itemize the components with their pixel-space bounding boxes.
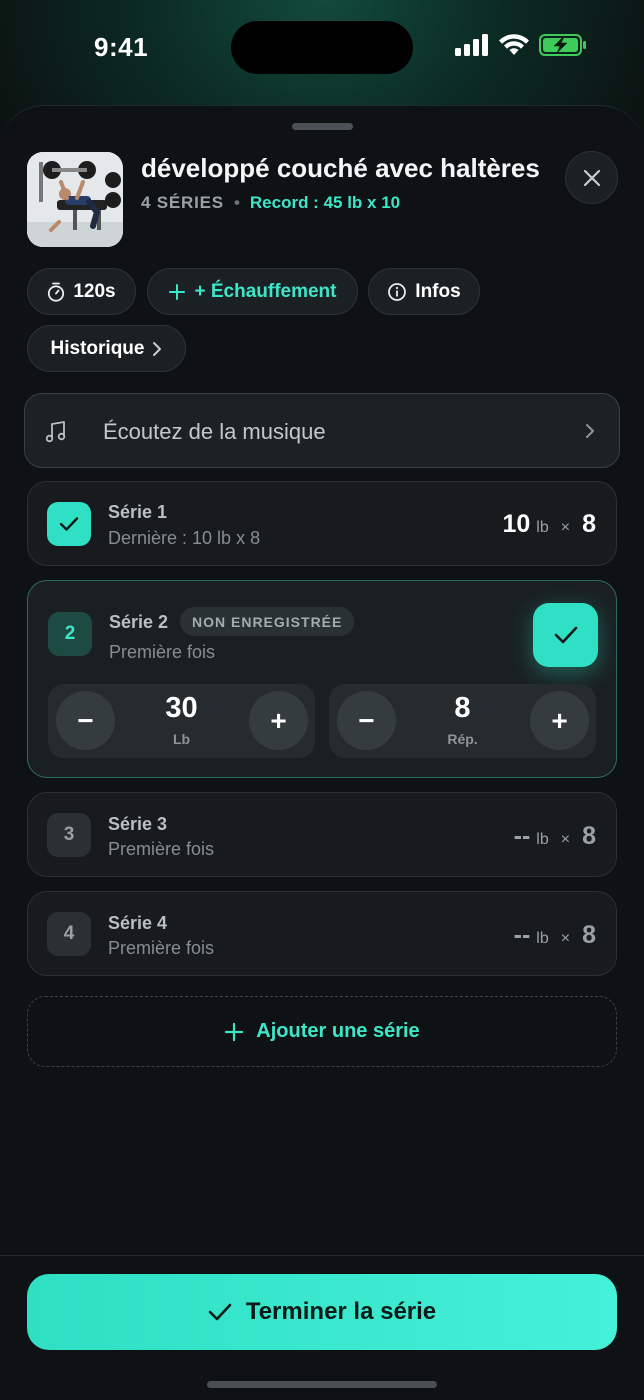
- cellular-signal-icon: [455, 34, 488, 56]
- times-sign: ×: [560, 519, 571, 536]
- set-title: Série 2: [109, 612, 169, 632]
- chevron-right-icon: [586, 424, 594, 438]
- info-chip[interactable]: Infos: [368, 268, 480, 315]
- plus-icon: [225, 1022, 244, 1041]
- history-label: Historique: [50, 337, 145, 359]
- exercise-thumbnail: [27, 152, 123, 247]
- music-note-icon: [46, 421, 66, 443]
- status-time: 9:41: [94, 32, 149, 62]
- add-set-label: Ajouter une série: [256, 1020, 420, 1042]
- set-weight: 10: [502, 510, 531, 538]
- weight-stepper: − 30 Lb +: [48, 684, 315, 758]
- footer-divider: [0, 1255, 644, 1256]
- set-value: -- lb × 8: [514, 822, 596, 851]
- subtitle-separator: •: [233, 193, 240, 212]
- weight-increment-button[interactable]: +: [249, 691, 308, 750]
- times-sign: ×: [560, 930, 571, 947]
- add-set-button[interactable]: Ajouter une série: [27, 996, 617, 1067]
- stopwatch-icon: [48, 282, 65, 302]
- wifi-icon: [499, 34, 529, 55]
- finish-set-label: Terminer la série: [245, 1298, 437, 1325]
- plus-icon: [169, 283, 186, 300]
- set-previous: Dernière : 10 lb x 8: [108, 528, 261, 548]
- info-label: Infos: [415, 280, 461, 302]
- exercise-subtitle: 4 SÉRIES • Record : 45 lb x 10: [141, 193, 400, 213]
- sheet-grabber[interactable]: [292, 123, 353, 130]
- rest-timer-label: 120s: [73, 280, 116, 302]
- music-label: Écoutez de la musique: [103, 419, 326, 444]
- set-complete-toggle[interactable]: [47, 502, 91, 546]
- chevron-right-icon: [153, 341, 162, 356]
- battery-charging-icon: [539, 34, 586, 56]
- set-value: -- lb × 8: [514, 921, 596, 950]
- close-icon: [583, 169, 600, 186]
- warmup-chip[interactable]: + Échauffement: [147, 268, 358, 315]
- reps-increment-button[interactable]: +: [530, 691, 589, 750]
- series-count: 4 SÉRIES: [141, 193, 224, 212]
- checkmark-icon: [208, 1303, 232, 1321]
- set-previous: Première fois: [108, 938, 215, 958]
- rest-timer-chip[interactable]: 120s: [27, 268, 136, 315]
- set-title: Série 3: [108, 814, 168, 834]
- checkmark-icon: [554, 626, 577, 644]
- checkmark-icon: [59, 517, 79, 531]
- status-icons: [455, 34, 587, 56]
- home-indicator[interactable]: [207, 1381, 437, 1388]
- set-previous: Première fois: [108, 839, 215, 859]
- set-previous: Première fois: [109, 642, 216, 662]
- set-row-3[interactable]: 3 Série 3 Première fois -- lb × 8: [27, 792, 617, 877]
- set-number-badge: 4: [47, 912, 91, 956]
- set-row-2-active[interactable]: 2 Série 2 NON ENREGISTRÉE Première fois …: [27, 580, 617, 778]
- close-button[interactable]: [565, 151, 618, 204]
- set-value: 10 lb × 8: [502, 510, 596, 539]
- confirm-set-button[interactable]: [533, 603, 598, 667]
- info-icon: [388, 282, 407, 301]
- set-title: Série 4: [108, 913, 168, 933]
- set-reps: 8: [582, 822, 596, 850]
- warmup-label: + Échauffement: [194, 280, 337, 302]
- set-row-4[interactable]: 4 Série 4 Première fois -- lb × 8: [27, 891, 617, 976]
- record-label: Record : 45 lb x 10: [249, 193, 401, 212]
- times-sign: ×: [560, 831, 571, 848]
- music-row[interactable]: Écoutez de la musique: [24, 393, 620, 468]
- history-chip[interactable]: Historique: [27, 325, 186, 372]
- set-weight: --: [513, 822, 531, 850]
- reps-stepper: − 8 Rép. +: [329, 684, 596, 758]
- set-title: Série 1: [108, 502, 168, 522]
- set-row-1[interactable]: Série 1 Dernière : 10 lb x 8 10 lb × 8: [27, 481, 617, 566]
- set-number-badge: 3: [47, 813, 91, 857]
- set-weight-unit: lb: [536, 831, 549, 848]
- set-weight: --: [513, 921, 531, 949]
- set-reps: 8: [582, 921, 596, 949]
- dynamic-island: [231, 21, 413, 74]
- unsaved-tag: NON ENREGISTRÉE: [180, 607, 355, 636]
- set-reps: 8: [582, 510, 596, 538]
- set-weight-unit: lb: [536, 519, 549, 536]
- set-number-badge: 2: [48, 612, 92, 656]
- finish-set-button[interactable]: Terminer la série: [27, 1274, 617, 1350]
- status-bar: 9:41: [0, 0, 644, 100]
- set-weight-unit: lb: [536, 930, 549, 947]
- exercise-title: développé couché avec haltères: [141, 153, 540, 183]
